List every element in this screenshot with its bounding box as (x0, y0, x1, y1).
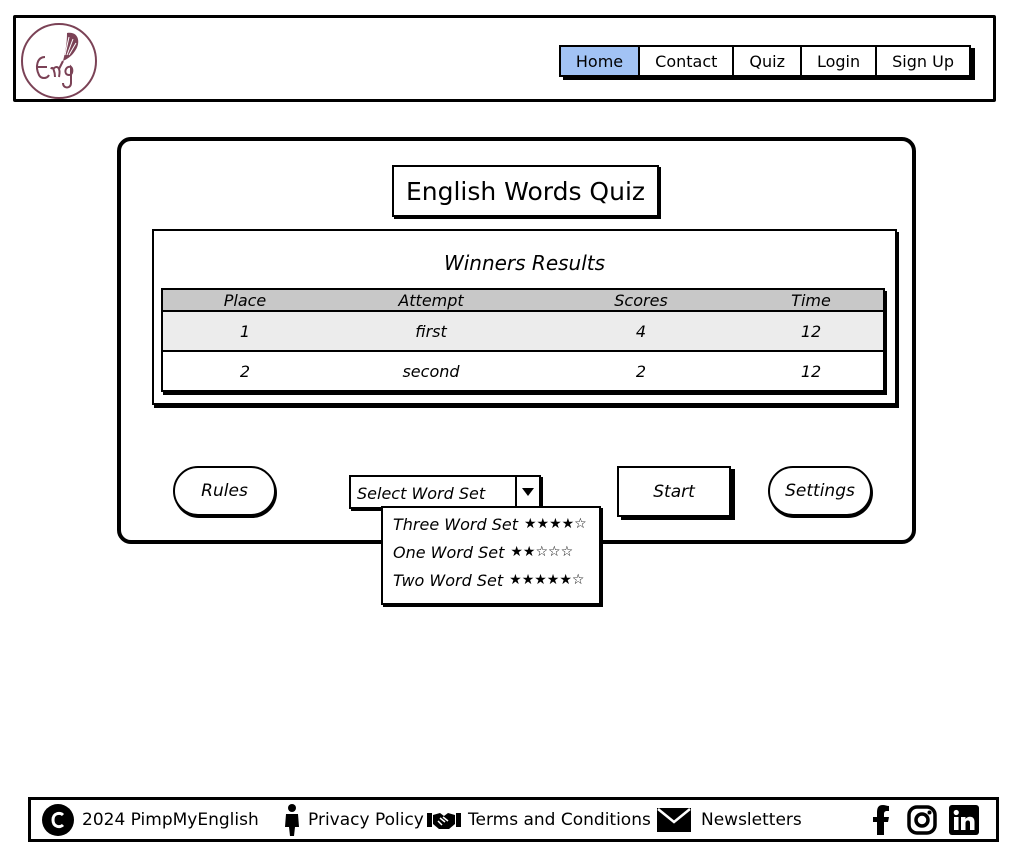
handshake-icon (427, 809, 461, 831)
rules-button[interactable]: Rules (173, 466, 276, 516)
table-cell: 12 (800, 361, 822, 381)
instagram-icon[interactable] (907, 805, 937, 835)
nav-quiz[interactable]: Quiz (732, 45, 802, 77)
dropdown-toggle[interactable] (515, 477, 539, 507)
site-header: Home Contact Quiz Login Sign Up (13, 15, 996, 102)
page-title: English Words Quiz (392, 165, 659, 217)
facebook-icon[interactable] (869, 805, 893, 835)
copyright-text: 2024 PimpMyEnglish (82, 809, 259, 830)
option-three-word-set[interactable]: Three Word Set ★★★★☆ (393, 511, 587, 537)
table-cell: 2 (239, 361, 251, 381)
nav-sign-up[interactable]: Sign Up (875, 45, 971, 77)
nav-home[interactable]: Home (558, 45, 641, 77)
privacy-policy-link[interactable]: Privacy Policy (283, 800, 424, 839)
star-rating-icon: ★★★★☆ (523, 516, 587, 532)
main-nav: Home Contact Quiz Login Sign Up (558, 45, 971, 77)
option-one-word-set[interactable]: One Word Set ★★☆☆☆ (393, 539, 573, 565)
table-row[interactable]: 1 first 4 12 (163, 312, 883, 352)
quill-logo-icon (36, 32, 79, 89)
results-table: Place Attempt Scores Time 1 first 4 12 2… (161, 288, 885, 392)
table-cell: 1 (239, 321, 251, 341)
word-set-select[interactable]: Select Word Set (349, 475, 541, 509)
newsletters-label: Newsletters (701, 809, 802, 830)
star-rating-icon: ★★☆☆☆ (510, 544, 574, 560)
logo[interactable] (21, 23, 97, 99)
table-cell: second (402, 361, 460, 381)
table-cell: 4 (635, 321, 647, 341)
column-header-attempt[interactable]: Attempt (398, 291, 463, 310)
start-button[interactable]: Start (617, 466, 731, 517)
terms-label: Terms and Conditions (468, 809, 651, 830)
table-cell: first (415, 321, 447, 341)
nav-login[interactable]: Login (799, 45, 878, 77)
star-rating-icon: ★★★★★☆ (509, 572, 585, 588)
results-title: Winners Results (443, 251, 606, 275)
table-cell: 12 (800, 321, 822, 341)
table-header-row: Place Attempt Scores Time (163, 290, 883, 312)
nav-contact[interactable]: Contact (638, 45, 735, 77)
column-header-time[interactable]: Time (791, 291, 831, 310)
table-row[interactable]: 2 second 2 12 (163, 352, 883, 390)
caret-down-icon (522, 488, 534, 496)
option-two-word-set[interactable]: Two Word Set ★★★★★☆ (393, 567, 584, 593)
table-cell: 2 (635, 361, 647, 381)
results-panel: Winners Results Place Attempt Scores Tim… (152, 229, 897, 405)
option-label: Three Word Set (393, 514, 518, 534)
terms-link[interactable]: Terms and Conditions (427, 800, 651, 839)
copyright-icon (41, 803, 75, 837)
newsletters-link[interactable]: Newsletters (657, 800, 802, 839)
word-set-select-label: Select Word Set (357, 484, 486, 503)
option-label: One Word Set (393, 542, 505, 562)
site-footer: 2024 PimpMyEnglish Privacy Policy Terms … (28, 797, 999, 842)
envelope-icon (657, 807, 691, 832)
copyright: 2024 PimpMyEnglish (41, 800, 259, 839)
linkedin-icon[interactable] (949, 805, 979, 835)
column-header-scores[interactable]: Scores (614, 291, 668, 310)
option-label: Two Word Set (393, 570, 504, 590)
privacy-policy-label: Privacy Policy (308, 809, 424, 830)
person-icon (283, 803, 301, 837)
quiz-card: English Words Quiz Winners Results Place… (117, 137, 916, 544)
column-header-place[interactable]: Place (224, 291, 267, 310)
settings-button[interactable]: Settings (768, 466, 872, 516)
word-set-dropdown: Three Word Set ★★★★☆ One Word Set ★★☆☆☆ … (381, 506, 601, 605)
